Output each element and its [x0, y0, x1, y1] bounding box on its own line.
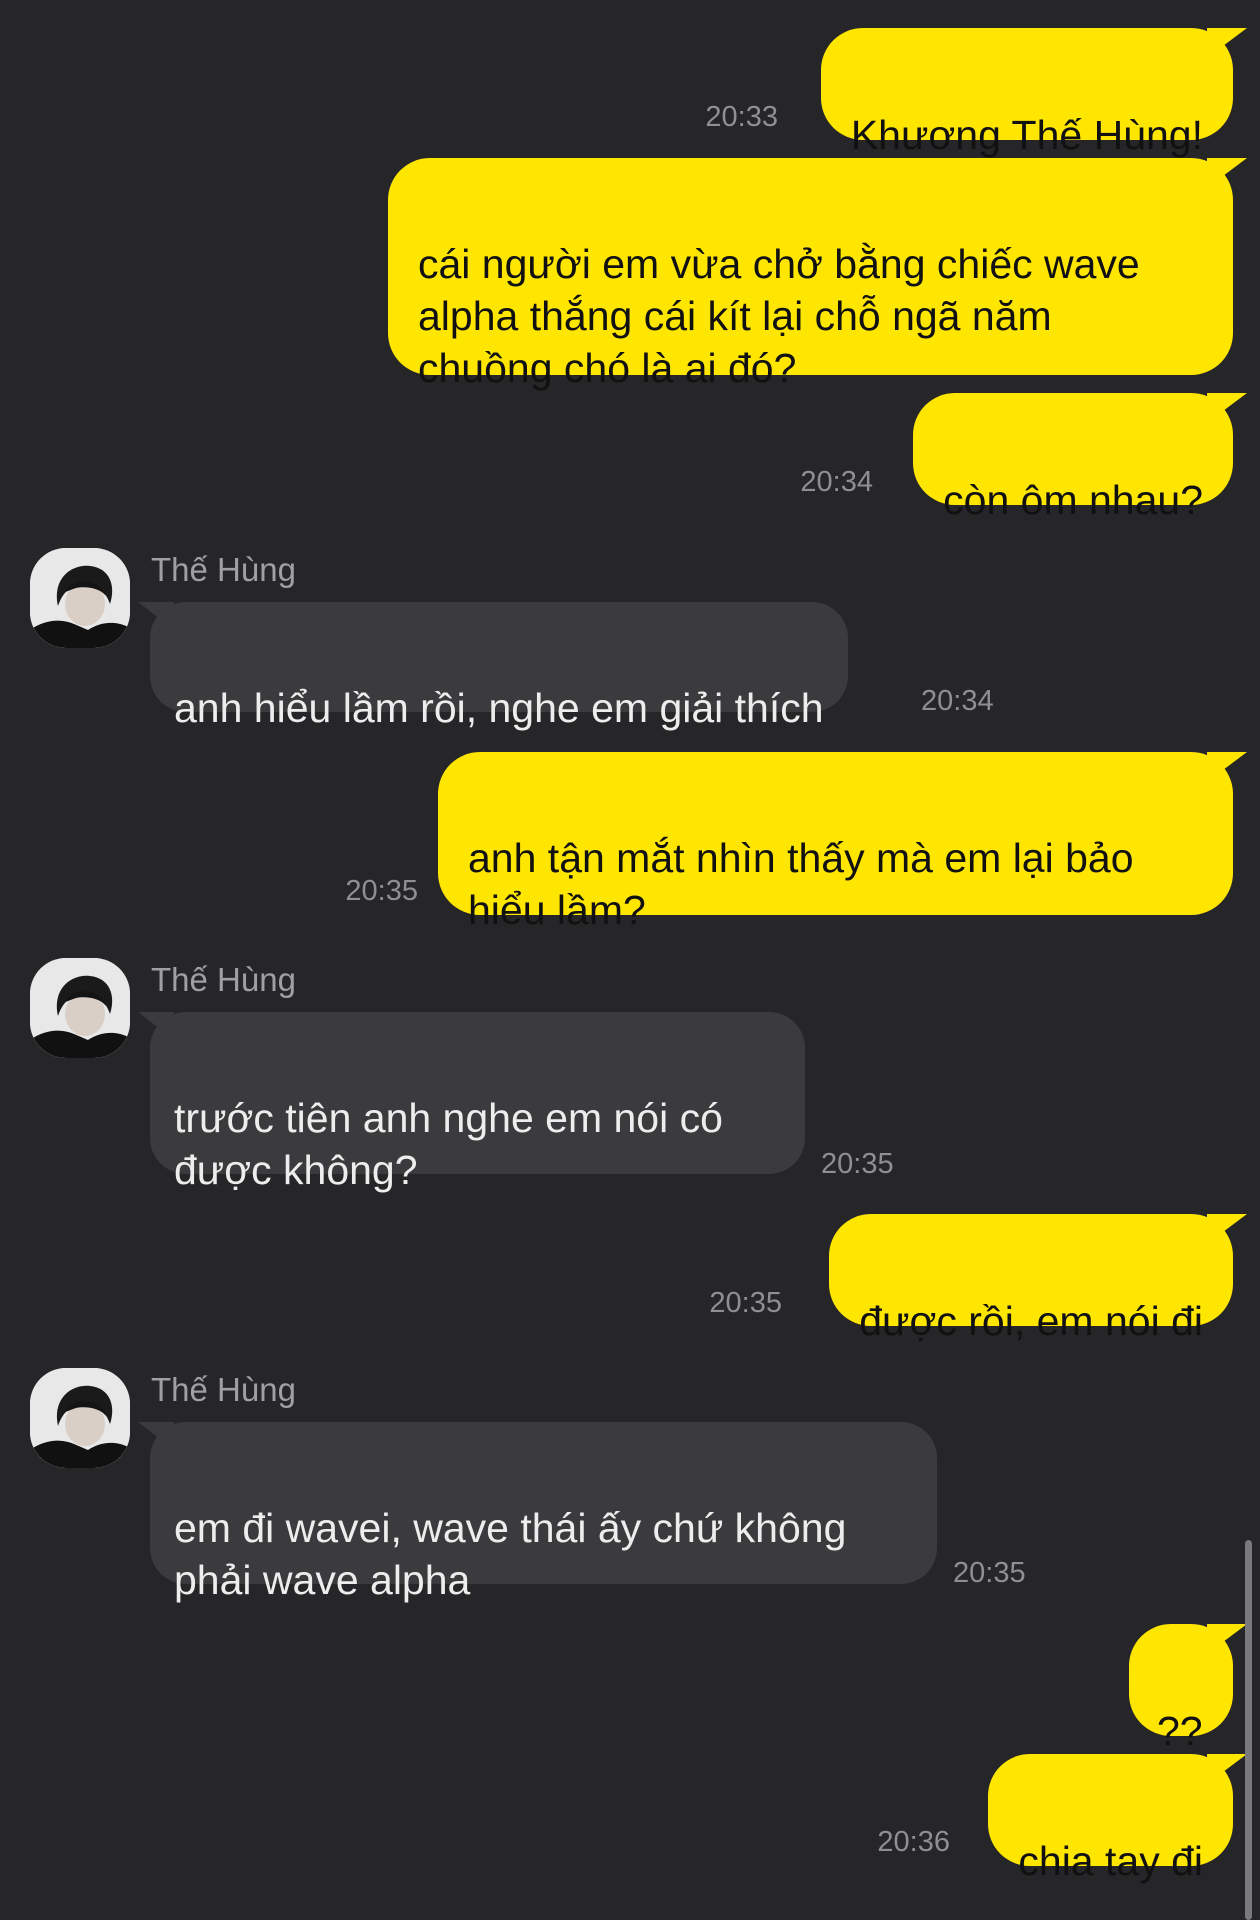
message-text: trước tiên anh nghe em nói có được không…	[174, 1095, 723, 1193]
contact-avatar[interactable]	[30, 958, 130, 1058]
outgoing-message[interactable]: còn ôm nhau?	[913, 393, 1247, 523]
sender-name: Thế Hùng	[151, 551, 296, 588]
message-text: ??	[1157, 1708, 1203, 1754]
message-text: được rồi, em nói đi	[859, 1298, 1203, 1344]
message-text: Khương Thế Hùng!	[850, 112, 1203, 158]
avatar-photo-icon	[30, 548, 130, 648]
message-timestamp: 20:34	[921, 685, 994, 717]
incoming-message[interactable]: em đi wavei, wave thái ấy chứ không phải…	[138, 1422, 937, 1603]
message-timestamp: 20:33	[705, 101, 778, 133]
avatar-photo-icon	[30, 1368, 130, 1468]
incoming-message[interactable]: anh hiểu lầm rồi, nghe em giải thích	[138, 602, 848, 731]
contact-avatar[interactable]	[30, 1368, 130, 1468]
message-timestamp: 20:34	[800, 466, 873, 498]
outgoing-message[interactable]: chia tay đi	[988, 1754, 1247, 1884]
message-text: còn ôm nhau?	[943, 477, 1203, 523]
contact-avatar[interactable]	[30, 548, 130, 648]
outgoing-message[interactable]: cái người em vừa chở bằng chiếc wave alp…	[388, 158, 1247, 391]
message-text: anh tận mắt nhìn thấy mà em lại bảo hiểu…	[468, 835, 1134, 933]
chat-screen: Khương Thế Hùng! 20:33 cái người em vừa …	[0, 0, 1260, 1920]
message-text: em đi wavei, wave thái ấy chứ không phải…	[174, 1505, 847, 1603]
outgoing-message[interactable]: anh tận mắt nhìn thấy mà em lại bảo hiểu…	[438, 752, 1247, 933]
message-text: anh hiểu lầm rồi, nghe em giải thích	[174, 685, 824, 731]
scrollbar[interactable]	[1245, 1540, 1252, 1920]
message-timestamp: 20:36	[877, 1826, 950, 1858]
sender-name: Thế Hùng	[151, 961, 296, 998]
message-text: cái người em vừa chở bằng chiếc wave alp…	[418, 241, 1140, 391]
message-text: chia tay đi	[1018, 1838, 1203, 1884]
message-timestamp: 20:35	[345, 875, 418, 907]
avatar-photo-icon	[30, 958, 130, 1058]
incoming-message[interactable]: trước tiên anh nghe em nói có được không…	[138, 1012, 805, 1193]
message-timestamp: 20:35	[821, 1148, 894, 1180]
outgoing-message[interactable]: ??	[1129, 1624, 1247, 1754]
message-timestamp: 20:35	[709, 1287, 782, 1319]
outgoing-message[interactable]: Khương Thế Hùng!	[820, 28, 1247, 158]
message-timestamp: 20:35	[953, 1557, 1026, 1589]
outgoing-message[interactable]: được rồi, em nói đi	[829, 1214, 1247, 1344]
sender-name: Thế Hùng	[151, 1371, 296, 1408]
